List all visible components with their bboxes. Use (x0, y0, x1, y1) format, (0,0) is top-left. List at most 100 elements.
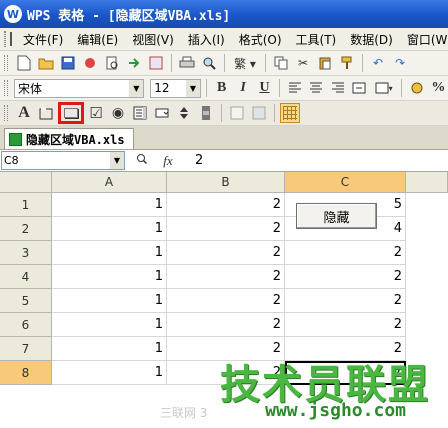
grip-handle[interactable] (4, 80, 8, 96)
row-header-6[interactable]: 6 (0, 313, 52, 337)
zoom-icon[interactable] (129, 153, 155, 168)
document-tab[interactable]: 隐藏区域VBA.xls (4, 128, 134, 149)
cell-a6[interactable]: 1 (52, 313, 167, 337)
groupbox-icon[interactable] (36, 103, 56, 123)
cell-b6[interactable]: 2 (167, 313, 285, 337)
cell-b4[interactable]: 2 (167, 265, 285, 289)
spreadsheet-grid[interactable]: A B C 1 1 2 5 2 1 2 4 3 1 2 2 4 1 2 2 5 1 2 2 6 1 2 2 7 1 2 2 8 1 2 2 隐藏 (0, 172, 448, 428)
button-shape-icon (64, 108, 78, 118)
grip-handle[interactable] (4, 105, 8, 121)
redo-icon[interactable]: ↷ (390, 53, 410, 73)
pdf-icon[interactable] (146, 53, 166, 73)
align-left-icon[interactable] (285, 78, 304, 98)
undo-icon[interactable]: ↶ (368, 53, 388, 73)
chevron-down-icon[interactable]: ▼ (110, 152, 124, 169)
cell-c3[interactable]: 2 (285, 241, 406, 265)
paste-icon[interactable] (315, 53, 335, 73)
cell-a1[interactable]: 1 (52, 193, 167, 217)
row-header-4[interactable]: 4 (0, 265, 52, 289)
permission-icon[interactable] (80, 53, 100, 73)
cell-c5[interactable]: 2 (285, 289, 406, 313)
menu-window[interactable]: 窗口(W) (400, 31, 448, 48)
percent-button[interactable]: % (429, 78, 448, 98)
cell-format-icon[interactable]: ▾ (371, 78, 396, 98)
menu-format[interactable]: 格式(O) (232, 31, 289, 48)
title-bar: W WPS 表格 - [隐藏区域VBA.xls] (0, 0, 448, 28)
row-header-7[interactable]: 7 (0, 337, 52, 361)
open-folder-icon[interactable] (36, 53, 56, 73)
menu-data[interactable]: 数据(D) (343, 31, 400, 48)
underline-button[interactable]: U (255, 78, 274, 98)
chevron-down-icon[interactable]: ▼ (185, 79, 200, 97)
toggle-grid-icon[interactable] (280, 103, 300, 123)
hide-button[interactable]: 隐藏 (296, 203, 377, 229)
menu-edit[interactable]: 编辑(E) (70, 31, 125, 48)
currency-icon[interactable] (407, 78, 426, 98)
cell-a4[interactable]: 1 (52, 265, 167, 289)
menu-tools[interactable]: 工具(T) (289, 31, 344, 48)
row-header-5[interactable]: 5 (0, 289, 52, 313)
cell-b3[interactable]: 2 (167, 241, 285, 265)
cell-c7[interactable]: 2 (285, 337, 406, 361)
label-tool-button[interactable]: A (14, 103, 34, 123)
print-icon[interactable] (177, 53, 197, 73)
new-document-icon[interactable] (14, 53, 34, 73)
cell-b8[interactable]: 2 (167, 361, 285, 385)
column-header-c[interactable]: C (285, 172, 406, 193)
font-size-select[interactable]: 12 ▼ (150, 78, 201, 98)
align-right-icon[interactable] (328, 78, 347, 98)
insert-function-button[interactable]: fx (155, 153, 181, 169)
cell-b2[interactable]: 2 (167, 217, 285, 241)
spinner-tool-icon[interactable] (174, 103, 194, 123)
print-preview-icon[interactable] (102, 53, 122, 73)
format-painter-icon[interactable] (337, 53, 357, 73)
cell-b1[interactable]: 2 (167, 193, 285, 217)
preview-icon[interactable] (199, 53, 219, 73)
name-box[interactable]: C8 ▼ (1, 151, 125, 170)
bold-button[interactable]: B (212, 78, 231, 98)
row-header-2[interactable]: 2 (0, 217, 52, 241)
cell-b7[interactable]: 2 (167, 337, 285, 361)
cell-a7[interactable]: 1 (52, 337, 167, 361)
font-name-select[interactable]: 宋体 ▼ (13, 78, 145, 98)
row-header-1[interactable]: 1 (0, 193, 52, 217)
column-header-a[interactable]: A (52, 172, 167, 193)
grip-handle[interactable] (4, 55, 8, 71)
cell-a8[interactable]: 1 (52, 361, 167, 385)
italic-button[interactable]: I (233, 78, 252, 98)
chevron-down-icon[interactable]: ▼ (129, 79, 144, 97)
combobox-tool-icon[interactable] (152, 103, 172, 123)
traditional-chinese-icon[interactable]: 繁 ▾ (230, 53, 260, 73)
cell-c4[interactable]: 2 (285, 265, 406, 289)
command-button-tool[interactable] (58, 102, 84, 124)
menu-insert[interactable]: 插入(I) (181, 31, 232, 48)
listbox-tool-icon[interactable] (130, 103, 150, 123)
cell-a2[interactable]: 1 (52, 217, 167, 241)
align-center-icon[interactable] (307, 78, 326, 98)
row-header-8[interactable]: 8 (0, 361, 52, 385)
cell-c8[interactable]: 2 (285, 361, 406, 385)
column-header-b[interactable]: B (167, 172, 285, 193)
checkbox-tool-icon[interactable]: ☑ (86, 103, 106, 123)
option-button-tool-icon[interactable]: ◉ (108, 103, 128, 123)
menu-view[interactable]: 视图(V) (125, 31, 181, 48)
formula-value[interactable]: 2 (181, 153, 203, 168)
view-code-icon[interactable] (249, 103, 269, 123)
scrollbar-tool-icon[interactable] (196, 103, 216, 123)
cell-a5[interactable]: 1 (52, 289, 167, 313)
grip-handle[interactable] (4, 31, 6, 47)
cut-icon[interactable]: ✂ (293, 53, 313, 73)
separator (265, 54, 266, 72)
cell-b5[interactable]: 2 (167, 289, 285, 313)
select-all-corner[interactable] (0, 172, 52, 193)
properties-icon[interactable] (227, 103, 247, 123)
cell-a3[interactable]: 1 (52, 241, 167, 265)
menu-file[interactable]: 文件(F) (16, 31, 70, 48)
cell-c6[interactable]: 2 (285, 313, 406, 337)
copy-icon[interactable] (271, 53, 291, 73)
row-header-3[interactable]: 3 (0, 241, 52, 265)
save-icon[interactable] (58, 53, 78, 73)
merge-center-icon[interactable] (350, 78, 369, 98)
column-header-filler (406, 172, 448, 193)
export-icon[interactable] (124, 53, 144, 73)
